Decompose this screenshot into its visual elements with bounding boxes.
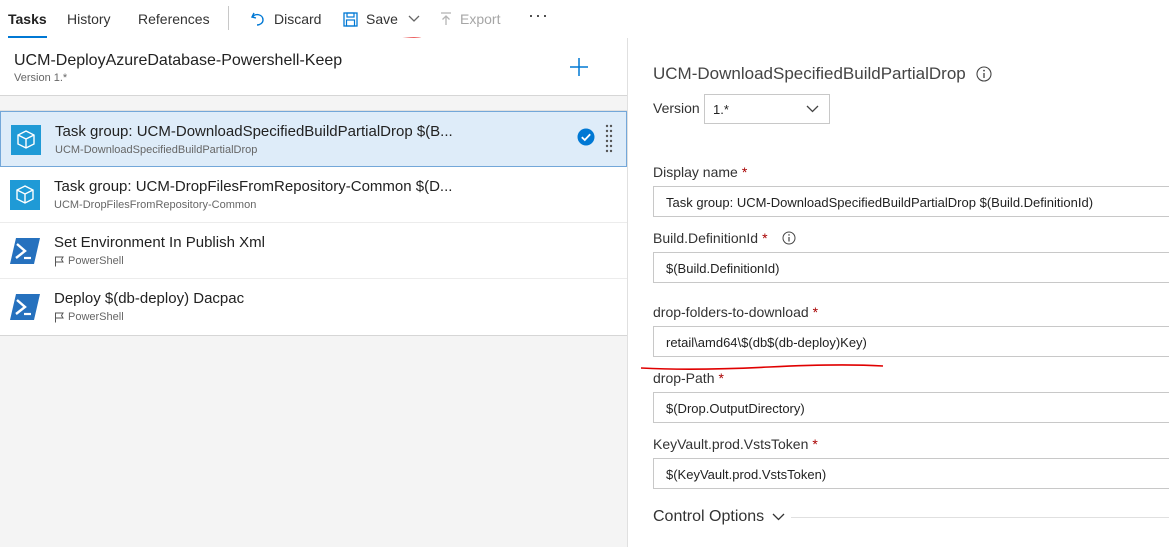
tab-references[interactable]: References	[138, 0, 210, 38]
required-marker: *	[762, 230, 768, 246]
task-item-drop-files-from-repository[interactable]: Task group: UCM-DropFilesFromRepository-…	[0, 167, 627, 223]
drop-folders-to-download-label: drop-folders-to-download *	[653, 304, 818, 320]
version-value: 1.*	[713, 102, 729, 117]
drag-handle-icon[interactable]	[605, 124, 613, 154]
task-title: Task group: UCM-DownloadSpecifiedBuildPa…	[55, 123, 453, 140]
required-marker: *	[741, 164, 748, 180]
keyvault-token-field[interactable]: $(KeyVault.prod.VstsToken)	[653, 458, 1169, 489]
info-icon[interactable]	[976, 66, 992, 82]
version-dropdown[interactable]: 1.*	[704, 94, 830, 124]
tab-history[interactable]: History	[67, 0, 111, 38]
phase-header[interactable]: UCM-DeployAzureDatabase-Powershell-Keep …	[0, 38, 627, 96]
task-item-deploy-dacpac[interactable]: Deploy $(db-deploy) Dacpac PowerShell	[0, 279, 627, 335]
control-options-label: Control Options	[653, 508, 765, 525]
task-title: Task group: UCM-DropFilesFromRepository-…	[54, 178, 453, 195]
flag-icon	[55, 312, 64, 322]
info-icon[interactable]	[782, 231, 796, 245]
task-details-title: UCM-DownloadSpecifiedBuildPartialDrop	[653, 64, 992, 84]
powershell-icon	[10, 294, 40, 320]
save-button[interactable]: Save	[343, 0, 420, 38]
version-label: Version	[653, 100, 700, 116]
task-item-set-environment[interactable]: Set Environment In Publish Xml PowerShel…	[0, 223, 627, 279]
undo-icon	[250, 12, 264, 26]
field-label-text: Build.DefinitionId	[653, 230, 759, 246]
drop-path-field[interactable]: $(Drop.OutputDirectory)	[653, 392, 1169, 423]
phase-version: Version 1.*	[14, 72, 68, 84]
task-subtitle-text: UCM-DownloadSpecifiedBuildPartialDrop	[55, 144, 258, 156]
save-icon	[343, 11, 358, 27]
control-options-toggle[interactable]: Control Options	[653, 508, 785, 526]
save-label: Save	[366, 11, 398, 27]
task-list-panel: UCM-DeployAzureDatabase-Powershell-Keep …	[0, 38, 628, 547]
field-label-text: drop-folders-to-download	[653, 304, 809, 320]
drop-folders-to-download-field[interactable]: retail\amd64\$(db$(db-deploy)Key)	[653, 326, 1169, 357]
export-label: Export	[460, 11, 501, 27]
keyvault-token-label: KeyVault.prod.VstsToken *	[653, 436, 818, 452]
task-item-download-partial-drop[interactable]: Task group: UCM-DownloadSpecifiedBuildPa…	[0, 111, 627, 167]
task-subtitle: UCM-DownloadSpecifiedBuildPartialDrop	[55, 144, 257, 156]
display-name-field[interactable]: Task group: UCM-DownloadSpecifiedBuildPa…	[653, 186, 1169, 217]
task-details-panel: UCM-DownloadSpecifiedBuildPartialDrop Ve…	[629, 38, 1169, 547]
toolbar-divider	[228, 6, 229, 30]
discard-button[interactable]: Discard	[250, 0, 321, 38]
tab-tasks[interactable]: Tasks	[8, 0, 47, 38]
build-definitionid-label: Build.DefinitionId *	[653, 230, 796, 246]
annotation-underline-drop-folders	[640, 364, 884, 370]
export-button[interactable]: Export	[440, 0, 500, 38]
display-name-label: Display name *	[653, 164, 747, 180]
chevron-down-icon[interactable]	[408, 15, 420, 23]
task-subtitle: PowerShell	[54, 311, 124, 323]
task-subtitle-text: UCM-DropFilesFromRepository-Common	[54, 199, 257, 211]
arrow-up-icon	[441, 12, 451, 25]
toolbar: Tasks History References Discard Save Ex…	[0, 0, 1169, 42]
phase-title: UCM-DeployAzureDatabase-Powershell-Keep	[14, 52, 343, 69]
task-subtitle: PowerShell	[54, 255, 124, 267]
field-label-text: KeyVault.prod.VstsToken	[653, 436, 809, 452]
build-definitionid-field[interactable]: $(Build.DefinitionId)	[653, 252, 1169, 283]
more-actions-button[interactable]: ···	[528, 0, 549, 34]
task-group-icon	[10, 180, 40, 210]
task-subtitle-text: PowerShell	[68, 255, 124, 267]
chevron-down-icon	[806, 105, 819, 113]
task-group-icon	[11, 125, 41, 155]
flag-icon	[55, 256, 64, 266]
discard-label: Discard	[274, 11, 322, 27]
task-details-title-text: UCM-DownloadSpecifiedBuildPartialDrop	[653, 64, 966, 83]
task-subtitle-text: PowerShell	[68, 311, 124, 323]
required-marker: *	[812, 304, 819, 320]
required-marker: *	[812, 436, 818, 452]
field-label-text: Display name	[653, 164, 738, 180]
task-list: Task group: UCM-DownloadSpecifiedBuildPa…	[0, 110, 627, 336]
task-title: Deploy $(db-deploy) Dacpac	[54, 290, 245, 307]
add-task-icon[interactable]	[568, 56, 590, 78]
chevron-down-icon	[772, 513, 785, 521]
task-subtitle: UCM-DropFilesFromRepository-Common	[54, 199, 256, 211]
task-title: Set Environment In Publish Xml	[54, 234, 265, 251]
powershell-icon	[10, 238, 40, 264]
section-divider	[791, 517, 1169, 518]
check-circle-icon	[577, 128, 595, 146]
